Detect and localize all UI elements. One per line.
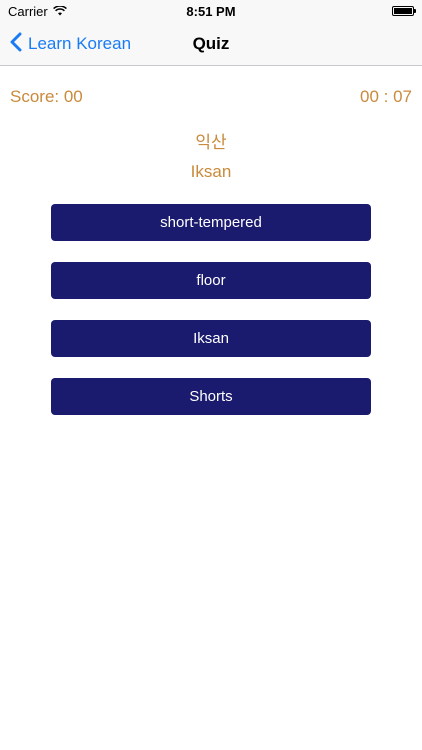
answer-button-3[interactable]: Iksan [51,320,371,357]
score-label: Score: 00 [10,87,83,106]
romanization: Iksan [190,162,232,181]
navigation-bar: Learn Korean Quiz [0,22,422,66]
status-time: 8:51 PM [186,4,236,19]
answer-button-4[interactable]: Shorts [51,378,371,415]
answer-button-1[interactable]: short-tempered [51,204,371,241]
answer-button-2[interactable]: floor [51,262,371,299]
battery-icon [392,6,416,16]
status-bar: Carrier 8:51 PM [0,0,422,22]
korean-word: 익산 [195,133,227,152]
timer-label: 00 : 07 [360,87,412,106]
page-title: Quiz [192,34,230,53]
answer-list: short-tempered floor Iksan Shorts [51,204,371,436]
